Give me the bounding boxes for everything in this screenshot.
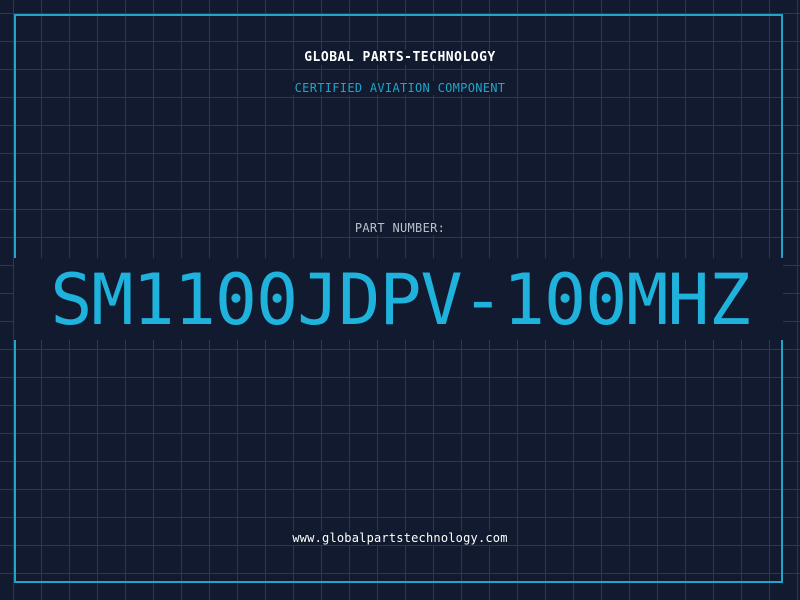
certification-subtitle: CERTIFIED AVIATION COMPONENT xyxy=(0,81,800,95)
certification-text: CERTIFIED AVIATION COMPONENT xyxy=(290,81,510,95)
company-name: GLOBAL PARTS-TECHNOLOGY xyxy=(0,50,800,65)
part-number-value: SM1100JDPV-100MHZ xyxy=(50,259,750,341)
website-url: www.globalpartstechnology.com xyxy=(0,531,800,545)
company-name-text: GLOBAL PARTS-TECHNOLOGY xyxy=(300,50,500,65)
part-number-label: PART NUMBER: xyxy=(0,221,800,235)
part-number-label-text: PART NUMBER: xyxy=(350,221,450,235)
label-canvas: GLOBAL PARTS-TECHNOLOGY CERTIFIED AVIATI… xyxy=(0,0,800,600)
website-url-text: www.globalpartstechnology.com xyxy=(288,531,512,545)
